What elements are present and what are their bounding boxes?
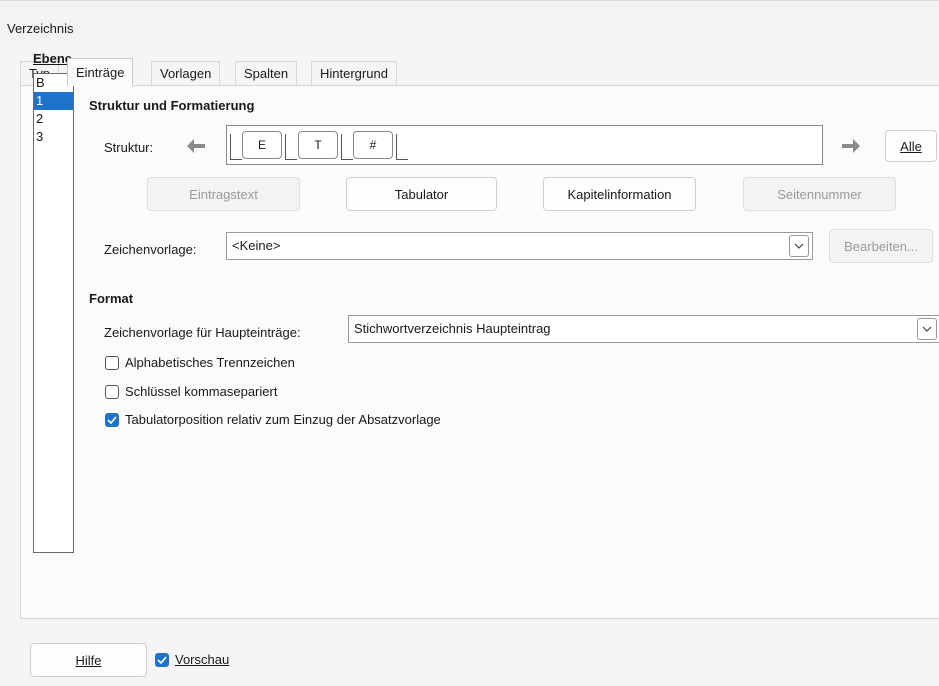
checkbox-box[interactable]	[105, 355, 119, 370]
main-entry-style-label: Zeichenvorlage für Haupteinträge:	[104, 325, 301, 340]
structure-gap[interactable]	[396, 134, 408, 160]
chevron-down-icon[interactable]	[789, 235, 809, 257]
tab-button[interactable]: Tabulator	[346, 177, 497, 211]
checkbox-label: Schlüssel kommasepariert	[125, 384, 278, 399]
all-button-label: Alle	[900, 138, 922, 154]
token-tab[interactable]: T	[298, 131, 338, 159]
main-entry-style-select[interactable]: Stichwortverzeichnis Haupteintrag	[348, 315, 939, 343]
level-item-3[interactable]: 3	[34, 128, 73, 146]
structure-gap[interactable]	[341, 134, 353, 160]
checkmark-icon[interactable]	[105, 412, 119, 427]
preview-label: Vorschau	[175, 652, 230, 667]
alphabetic-delimiter-checkbox[interactable]: Alphabetisches Trennzeichen	[105, 355, 295, 370]
structure-label: Struktur:	[104, 140, 154, 155]
char-style-value: <Keine>	[232, 238, 281, 253]
structure-token-area[interactable]: E T #	[226, 125, 823, 165]
comma-separated-keys-checkbox[interactable]: Schlüssel kommasepariert	[105, 384, 277, 399]
tab-position-relative-checkbox[interactable]: Tabulatorposition relativ zum Einzug der…	[105, 412, 441, 427]
checkmark-icon[interactable]	[155, 652, 169, 667]
token-entry[interactable]: E	[242, 131, 282, 159]
structure-heading: Struktur und Formatierung	[89, 98, 255, 113]
checkbox-label: Tabulatorposition relativ zum Einzug der…	[125, 412, 441, 427]
chevron-down-icon[interactable]	[917, 318, 937, 340]
char-style-label: Zeichenvorlage:	[104, 242, 197, 257]
level-item-2[interactable]: 2	[34, 110, 73, 128]
window-title: Verzeichnis	[7, 21, 74, 36]
entry-text-button[interactable]: Eintragstext	[147, 177, 300, 211]
edit-char-style-button[interactable]: Bearbeiten...	[829, 229, 933, 263]
title-bar: Verzeichnis	[0, 0, 939, 47]
help-button-label: Hilfe	[75, 652, 102, 668]
tab-panel-eintraege	[20, 85, 939, 619]
level-list[interactable]: B 1 2 3	[33, 73, 74, 553]
tab-eintraege[interactable]: Einträge	[67, 58, 134, 86]
chapter-info-button[interactable]: Kapitelinformation	[543, 177, 696, 211]
structure-gap[interactable]	[285, 134, 297, 160]
char-style-select[interactable]: <Keine>	[226, 232, 813, 260]
structure-gap[interactable]	[230, 134, 242, 160]
level-item-1[interactable]: 1	[34, 92, 73, 110]
tab-vorlagen[interactable]: Vorlagen	[151, 61, 221, 85]
format-heading: Format	[89, 291, 134, 306]
page-number-button[interactable]: Seitennummer	[743, 177, 896, 211]
token-page-number[interactable]: #	[353, 131, 393, 159]
main-entry-style-value: Stichwortverzeichnis Haupteintrag	[354, 321, 551, 336]
checkbox-box[interactable]	[105, 384, 119, 399]
tab-spalten[interactable]: Spalten	[235, 61, 298, 85]
arrow-right-icon[interactable]	[835, 130, 867, 162]
all-button[interactable]: Alle	[885, 130, 937, 162]
checkbox-label: Alphabetisches Trennzeichen	[125, 355, 295, 370]
preview-checkbox[interactable]: Vorschau	[155, 652, 229, 667]
tab-hintergrund[interactable]: Hintergrund	[311, 61, 397, 85]
arrow-left-icon[interactable]	[180, 130, 212, 162]
help-button[interactable]: Hilfe	[30, 643, 147, 677]
